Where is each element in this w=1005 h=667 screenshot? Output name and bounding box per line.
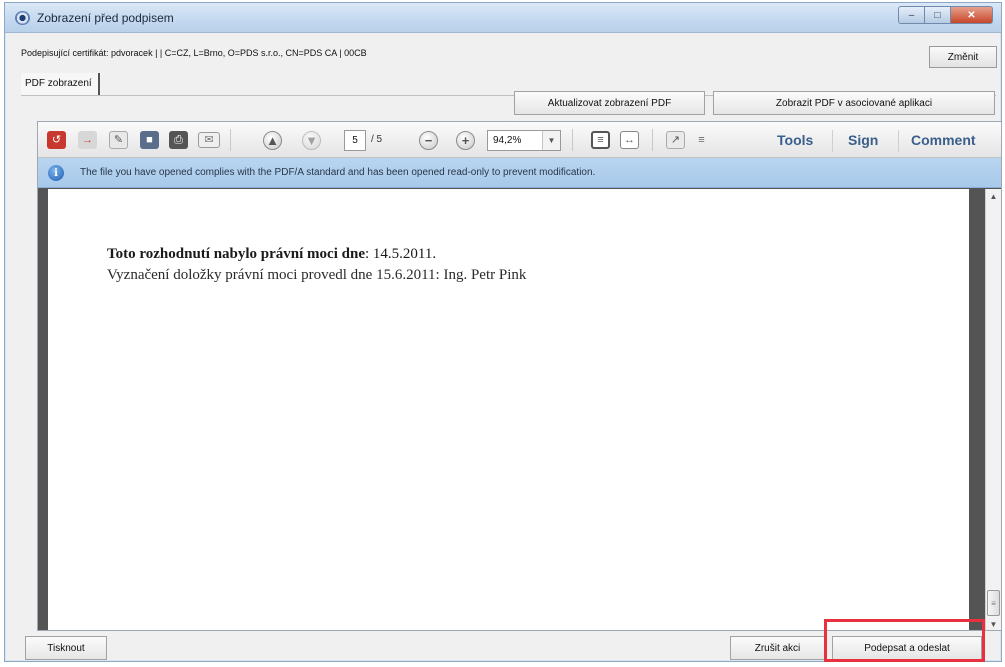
window-controls: – □ ✕ [898,6,993,24]
panel-separator [898,130,899,152]
export-icon[interactable]: → [78,131,97,149]
print-button[interactable]: Tisknout [25,636,107,660]
fit-width-icon[interactable]: ↔ [620,131,639,149]
zoom-in-icon[interactable]: + [456,131,475,150]
clause-line: Vyznačení doložky právní moci provedl dn… [107,267,527,283]
cancel-action-button[interactable]: Zrušit akci [730,636,825,660]
tools-panel-button[interactable]: Tools [777,132,813,148]
certificate-info: Podepisující certifikát: pdvoracek | | C… [21,48,367,58]
create-pdf-icon[interactable]: ↺ [47,131,66,149]
pdfa-info-message: The file you have opened complies with t… [80,167,596,178]
tab-pdf-view[interactable]: PDF zobrazení [21,73,100,95]
legal-effect-date: : 14.5.2011. [364,246,437,262]
zoom-select[interactable]: 94,2% ▼ [487,130,561,151]
email-icon[interactable]: ✉ [198,132,220,148]
minimize-icon: – [908,9,915,21]
title-bar[interactable]: Zobrazení před podpisem – □ ✕ [5,3,1001,33]
legal-effect-line: Toto rozhodnutí nabylo právní moci dne: … [107,246,436,263]
change-certificate-button[interactable]: Změnit [929,46,997,68]
toolbar-separator [652,129,653,151]
toolbar-separator [572,129,573,151]
fit-page-icon[interactable]: ≡ [591,131,610,149]
close-icon: ✕ [967,9,976,21]
main-window: Zobrazení před podpisem – □ ✕ Podepisují… [4,2,1002,662]
open-in-app-button[interactable]: Zobrazit PDF v asociované aplikaci [713,91,995,115]
maximize-icon: □ [934,9,941,21]
vertical-scrollbar[interactable]: ▲ ≡ ▼ [985,189,1001,630]
scroll-thumb[interactable]: ≡ [987,590,1000,616]
sign-panel-button[interactable]: Sign [848,132,878,148]
refresh-pdf-button[interactable]: Aktualizovat zobrazení PDF [514,91,705,115]
eye-icon [15,11,30,25]
page-total: / 5 [371,134,383,145]
info-icon: i [48,165,64,181]
sign-and-send-button[interactable]: Podepsat a odeslat [832,636,982,660]
previous-page-icon[interactable]: ▲ [263,131,282,150]
fullscreen-icon[interactable]: ↗ [666,131,685,149]
window-title: Zobrazení před podpisem [37,11,174,25]
pdf-toolbar: ↺ → ✎ ■ ⎙ ✉ ▲ ▼ 5 / 5 − + 94,2% ▼ ≡ ↔ ↗ … [38,122,1001,158]
legal-effect-label: Toto rozhodnutí nabylo právní moci dne [107,246,365,262]
zoom-out-icon[interactable]: − [419,131,438,150]
print-icon[interactable]: ⎙ [169,131,188,149]
zoom-value: 94,2% [493,135,522,146]
edit-icon[interactable]: ✎ [109,131,128,149]
maximize-button[interactable]: □ [924,6,950,24]
scroll-up-icon[interactable]: ▲ [986,189,1001,204]
toolbar-separator [230,129,231,151]
chevron-down-icon[interactable]: ▼ [542,131,560,150]
page-number-input[interactable]: 5 [344,130,366,151]
scroll-down-icon[interactable]: ▼ [986,617,1001,630]
panel-separator [832,130,833,152]
minimize-button[interactable]: – [898,6,924,24]
pdf-viewer[interactable]: ↺ → ✎ ■ ⎙ ✉ ▲ ▼ 5 / 5 − + 94,2% ▼ ≡ ↔ ↗ … [37,121,1002,631]
next-page-icon[interactable]: ▼ [302,131,321,150]
toolbar-overflow-icon[interactable]: ≡ [692,131,711,149]
current-page-value: 5 [352,135,358,146]
comment-panel-button[interactable]: Comment [911,132,976,148]
close-button[interactable]: ✕ [950,6,993,24]
save-icon[interactable]: ■ [140,131,159,149]
pdfa-info-bar: i The file you have opened complies with… [38,158,1001,188]
pdf-page: Toto rozhodnutí nabylo právní moci dne: … [48,189,969,630]
